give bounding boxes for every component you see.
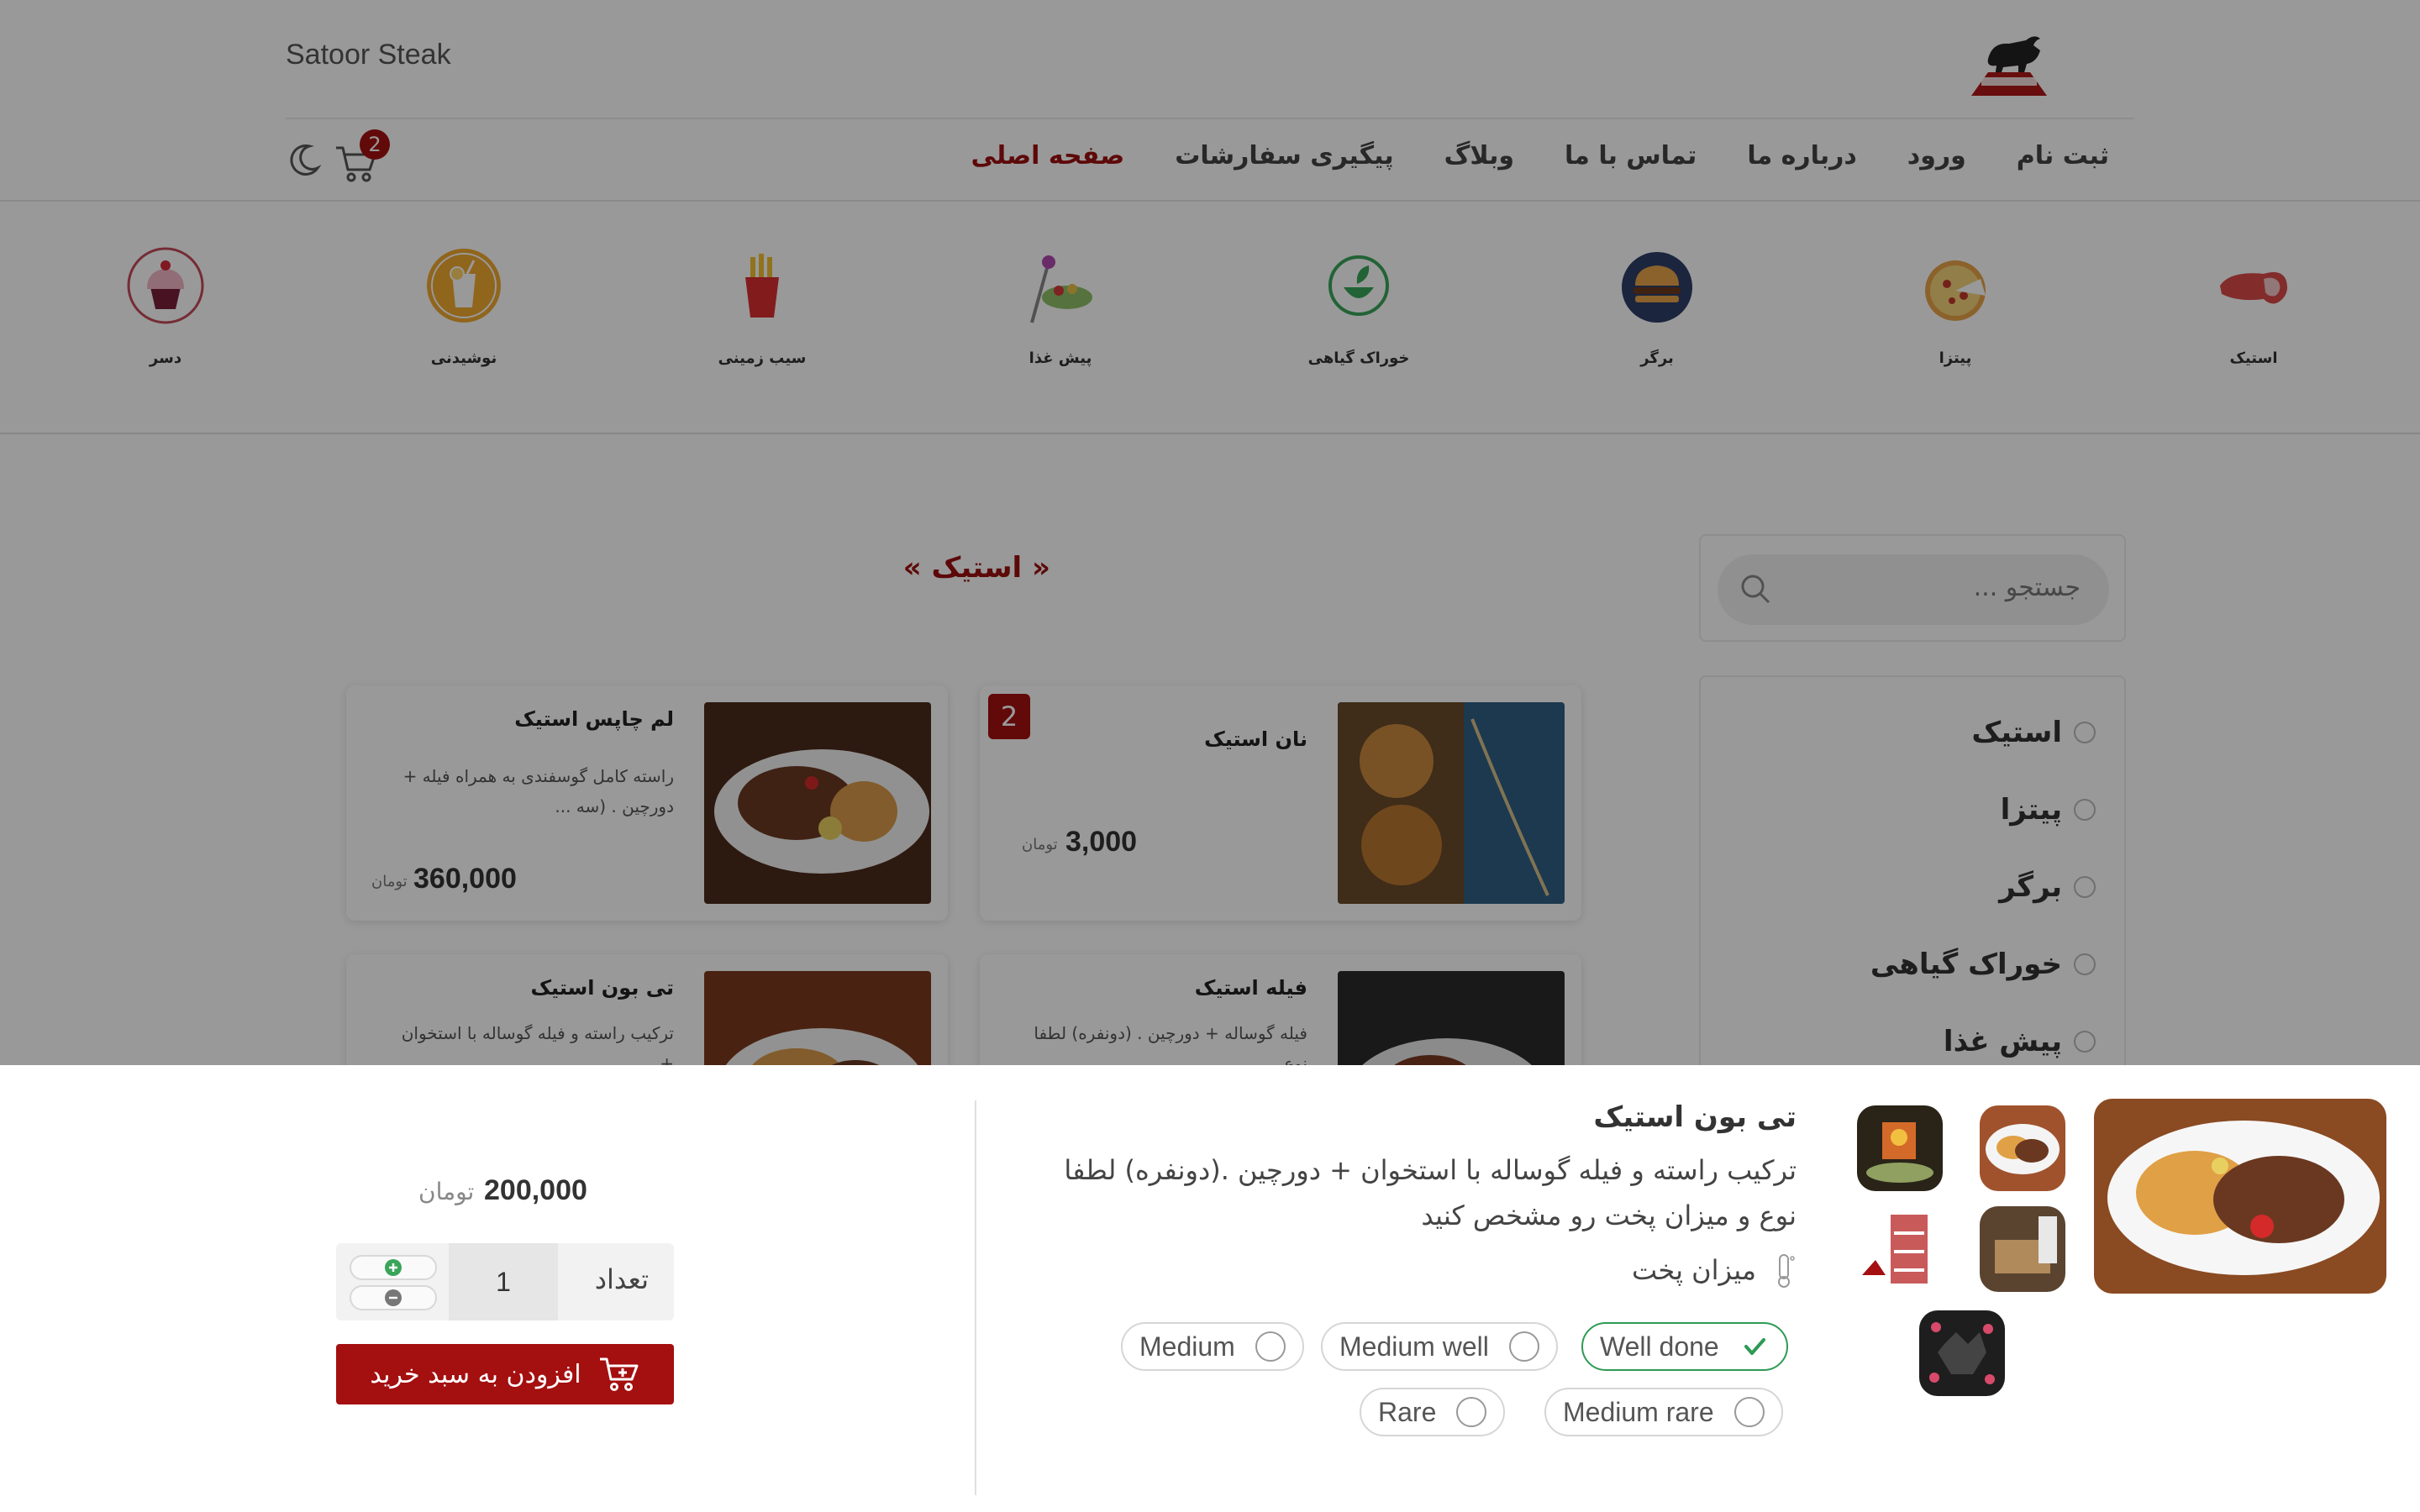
radio-button[interactable] — [1456, 1397, 1487, 1427]
doneness-option-medium-well[interactable]: Medium well — [1321, 1322, 1558, 1371]
add-to-cart-label: افزودن به سبد خرید — [370, 1359, 581, 1389]
radio-button[interactable] — [1255, 1331, 1286, 1362]
modal-divider — [975, 1100, 976, 1495]
option-label: Rare — [1378, 1396, 1437, 1427]
modal-price: 200,000 — [484, 1174, 587, 1206]
option-label: Well done — [1600, 1331, 1719, 1362]
quantity-input[interactable]: 1 — [449, 1243, 558, 1320]
modal-currency: تومان — [418, 1178, 475, 1205]
doneness-option-rare[interactable]: Rare — [1360, 1388, 1506, 1436]
product-main-image — [2094, 1099, 2386, 1294]
quantity-stepper: تعداد 1 — [336, 1243, 674, 1320]
modal-backdrop[interactable] — [0, 0, 2420, 1065]
doneness-option-well-done[interactable]: Well done — [1581, 1322, 1788, 1371]
product-thumbnail[interactable] — [1919, 1310, 2005, 1396]
decrease-quantity-button[interactable] — [350, 1285, 437, 1310]
doneness-option-medium-rare[interactable]: Medium rare — [1544, 1388, 1783, 1436]
doneness-option-medium[interactable]: Medium — [1121, 1322, 1304, 1371]
doneness-label: میزان پخت — [1632, 1254, 1756, 1286]
option-label: Medium well — [1339, 1331, 1489, 1362]
thermometer-icon — [1778, 1254, 1795, 1288]
product-thumbnail[interactable] — [1857, 1206, 1943, 1292]
doneness-heading: میزان پخت — [1632, 1252, 1797, 1289]
quantity-label: تعداد — [594, 1263, 649, 1295]
option-label: Medium — [1139, 1331, 1235, 1362]
radio-button[interactable] — [1733, 1397, 1765, 1427]
modal-product-description: ترکیب راسته و فیله گوساله با استخوان + د… — [1064, 1154, 1797, 1231]
check-icon — [1744, 1338, 1765, 1355]
minus-icon — [385, 1289, 402, 1306]
modal-product-title: تی بون استیک — [1593, 1100, 1797, 1134]
product-detail-panel: تی بون استیک ترکیب راسته و فیله گوساله ب… — [0, 1065, 2420, 1512]
option-label: Medium rare — [1563, 1396, 1714, 1427]
radio-button[interactable] — [1508, 1331, 1539, 1362]
add-to-cart-button[interactable]: افزودن به سبد خرید — [336, 1344, 674, 1404]
increase-quantity-button[interactable] — [350, 1255, 437, 1280]
add-to-cart-icon — [599, 1357, 639, 1391]
product-thumbnail[interactable] — [1980, 1105, 2065, 1191]
plus-icon — [385, 1259, 402, 1276]
product-thumbnail[interactable] — [1980, 1206, 2065, 1292]
product-thumbnail[interactable] — [1857, 1105, 1943, 1191]
